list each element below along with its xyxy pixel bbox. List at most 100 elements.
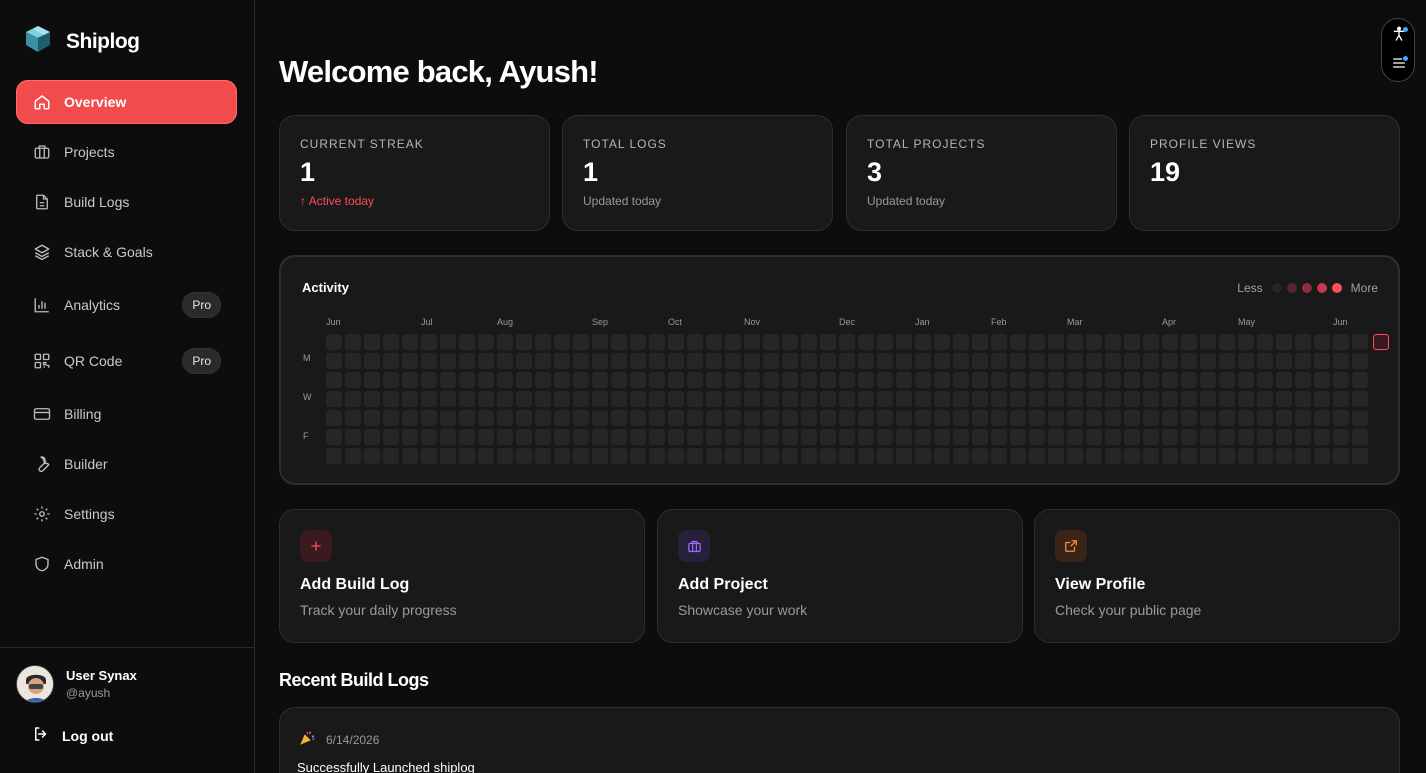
- sidebar-item-overview[interactable]: Overview: [16, 80, 237, 124]
- heatmap-cell[interactable]: [801, 429, 817, 445]
- heatmap-cell[interactable]: [877, 372, 893, 388]
- heatmap-cell[interactable]: [611, 391, 627, 407]
- heatmap-cell[interactable]: [1295, 391, 1311, 407]
- heatmap-cell[interactable]: [421, 372, 437, 388]
- heatmap-cell[interactable]: [1067, 353, 1083, 369]
- heatmap-cell[interactable]: [573, 334, 589, 350]
- view-profile-card[interactable]: View Profile Check your public page: [1034, 509, 1400, 643]
- heatmap-cell[interactable]: [1295, 353, 1311, 369]
- heatmap-cell[interactable]: [1029, 353, 1045, 369]
- build-log-item[interactable]: 6/14/2026 Successfully Launched shiplog: [279, 707, 1400, 773]
- heatmap-cell[interactable]: [326, 334, 342, 350]
- heatmap-cell[interactable]: [1352, 391, 1368, 407]
- heatmap-cell[interactable]: [1048, 334, 1064, 350]
- heatmap-cell[interactable]: [763, 372, 779, 388]
- heatmap-cell[interactable]: [687, 391, 703, 407]
- heatmap-cell[interactable]: [1029, 429, 1045, 445]
- heatmap-cell[interactable]: [383, 448, 399, 464]
- heatmap-cell[interactable]: [611, 429, 627, 445]
- heatmap-cell[interactable]: [1162, 448, 1178, 464]
- heatmap-cell[interactable]: [1086, 334, 1102, 350]
- heatmap-cell[interactable]: [421, 448, 437, 464]
- heatmap-cell[interactable]: [1314, 334, 1330, 350]
- heatmap-cell[interactable]: [611, 410, 627, 426]
- heatmap-cell[interactable]: [820, 429, 836, 445]
- heatmap-cell[interactable]: [1181, 391, 1197, 407]
- heatmap-cell[interactable]: [1067, 410, 1083, 426]
- heatmap-cell[interactable]: [440, 353, 456, 369]
- heatmap-cell[interactable]: [839, 353, 855, 369]
- heatmap-cell[interactable]: [1352, 334, 1368, 350]
- heatmap-cell[interactable]: [345, 448, 361, 464]
- heatmap-cell[interactable]: [1029, 448, 1045, 464]
- heatmap-cell[interactable]: [820, 391, 836, 407]
- heatmap-cell[interactable]: [326, 410, 342, 426]
- heatmap-cell[interactable]: [820, 410, 836, 426]
- sidebar-item-builder[interactable]: Builder: [16, 442, 237, 486]
- heatmap-cell[interactable]: [516, 391, 532, 407]
- heatmap-cell[interactable]: [402, 334, 418, 350]
- heatmap-cell[interactable]: [573, 410, 589, 426]
- heatmap-cell[interactable]: [1219, 448, 1235, 464]
- heatmap-cell[interactable]: [554, 334, 570, 350]
- heatmap-cell[interactable]: [364, 391, 380, 407]
- heatmap-cell[interactable]: [1333, 391, 1349, 407]
- heatmap-cell[interactable]: [364, 353, 380, 369]
- heatmap-cell[interactable]: [1276, 372, 1292, 388]
- heatmap-cell[interactable]: [991, 334, 1007, 350]
- heatmap-cell[interactable]: [345, 353, 361, 369]
- heatmap-cell[interactable]: [934, 353, 950, 369]
- heatmap-cell[interactable]: [782, 353, 798, 369]
- heatmap-cell[interactable]: [516, 448, 532, 464]
- heatmap-cell[interactable]: [611, 372, 627, 388]
- heatmap-cell[interactable]: [592, 429, 608, 445]
- heatmap-cell[interactable]: [345, 372, 361, 388]
- heatmap-cell[interactable]: [516, 372, 532, 388]
- heatmap-cell[interactable]: [801, 391, 817, 407]
- heatmap-cell[interactable]: [421, 391, 437, 407]
- heatmap-cell[interactable]: [801, 410, 817, 426]
- heatmap-cell[interactable]: [326, 353, 342, 369]
- heatmap-cell[interactable]: [1238, 391, 1254, 407]
- heatmap-cell[interactable]: [1257, 372, 1273, 388]
- heatmap-cell[interactable]: [649, 448, 665, 464]
- heatmap-cell[interactable]: [592, 353, 608, 369]
- heatmap-cell-today[interactable]: [1373, 334, 1389, 350]
- heatmap-cell[interactable]: [402, 353, 418, 369]
- heatmap-cell[interactable]: [687, 353, 703, 369]
- heatmap-cell[interactable]: [649, 410, 665, 426]
- heatmap-cell[interactable]: [668, 334, 684, 350]
- heatmap-cell[interactable]: [1162, 372, 1178, 388]
- heatmap-cell[interactable]: [1067, 391, 1083, 407]
- heatmap-cell[interactable]: [573, 353, 589, 369]
- heatmap-cell[interactable]: [706, 410, 722, 426]
- heatmap-cell[interactable]: [1086, 448, 1102, 464]
- heatmap-cell[interactable]: [991, 353, 1007, 369]
- heatmap-cell[interactable]: [1067, 334, 1083, 350]
- heatmap-cell[interactable]: [1295, 448, 1311, 464]
- heatmap-cell[interactable]: [554, 448, 570, 464]
- heatmap-cell[interactable]: [782, 429, 798, 445]
- heatmap-cell[interactable]: [649, 391, 665, 407]
- heatmap-cell[interactable]: [497, 410, 513, 426]
- heatmap-cell[interactable]: [364, 334, 380, 350]
- heatmap-cell[interactable]: [383, 410, 399, 426]
- sidebar-item-settings[interactable]: Settings: [16, 492, 237, 536]
- heatmap-cell[interactable]: [1238, 448, 1254, 464]
- heatmap-cell[interactable]: [535, 334, 551, 350]
- heatmap-cell[interactable]: [1067, 429, 1083, 445]
- add-project-card[interactable]: Add Project Showcase your work: [657, 509, 1023, 643]
- heatmap-cell[interactable]: [839, 448, 855, 464]
- heatmap-cell[interactable]: [440, 391, 456, 407]
- heatmap-cell[interactable]: [1333, 429, 1349, 445]
- heatmap-cell[interactable]: [877, 391, 893, 407]
- heatmap-cell[interactable]: [1162, 334, 1178, 350]
- heatmap-cell[interactable]: [516, 353, 532, 369]
- heatmap-cell[interactable]: [1029, 391, 1045, 407]
- heatmap-cell[interactable]: [516, 334, 532, 350]
- heatmap-cell[interactable]: [725, 448, 741, 464]
- heatmap-cell[interactable]: [1029, 410, 1045, 426]
- heatmap-cell[interactable]: [1162, 429, 1178, 445]
- heatmap-cell[interactable]: [535, 410, 551, 426]
- heatmap-cell[interactable]: [1105, 429, 1121, 445]
